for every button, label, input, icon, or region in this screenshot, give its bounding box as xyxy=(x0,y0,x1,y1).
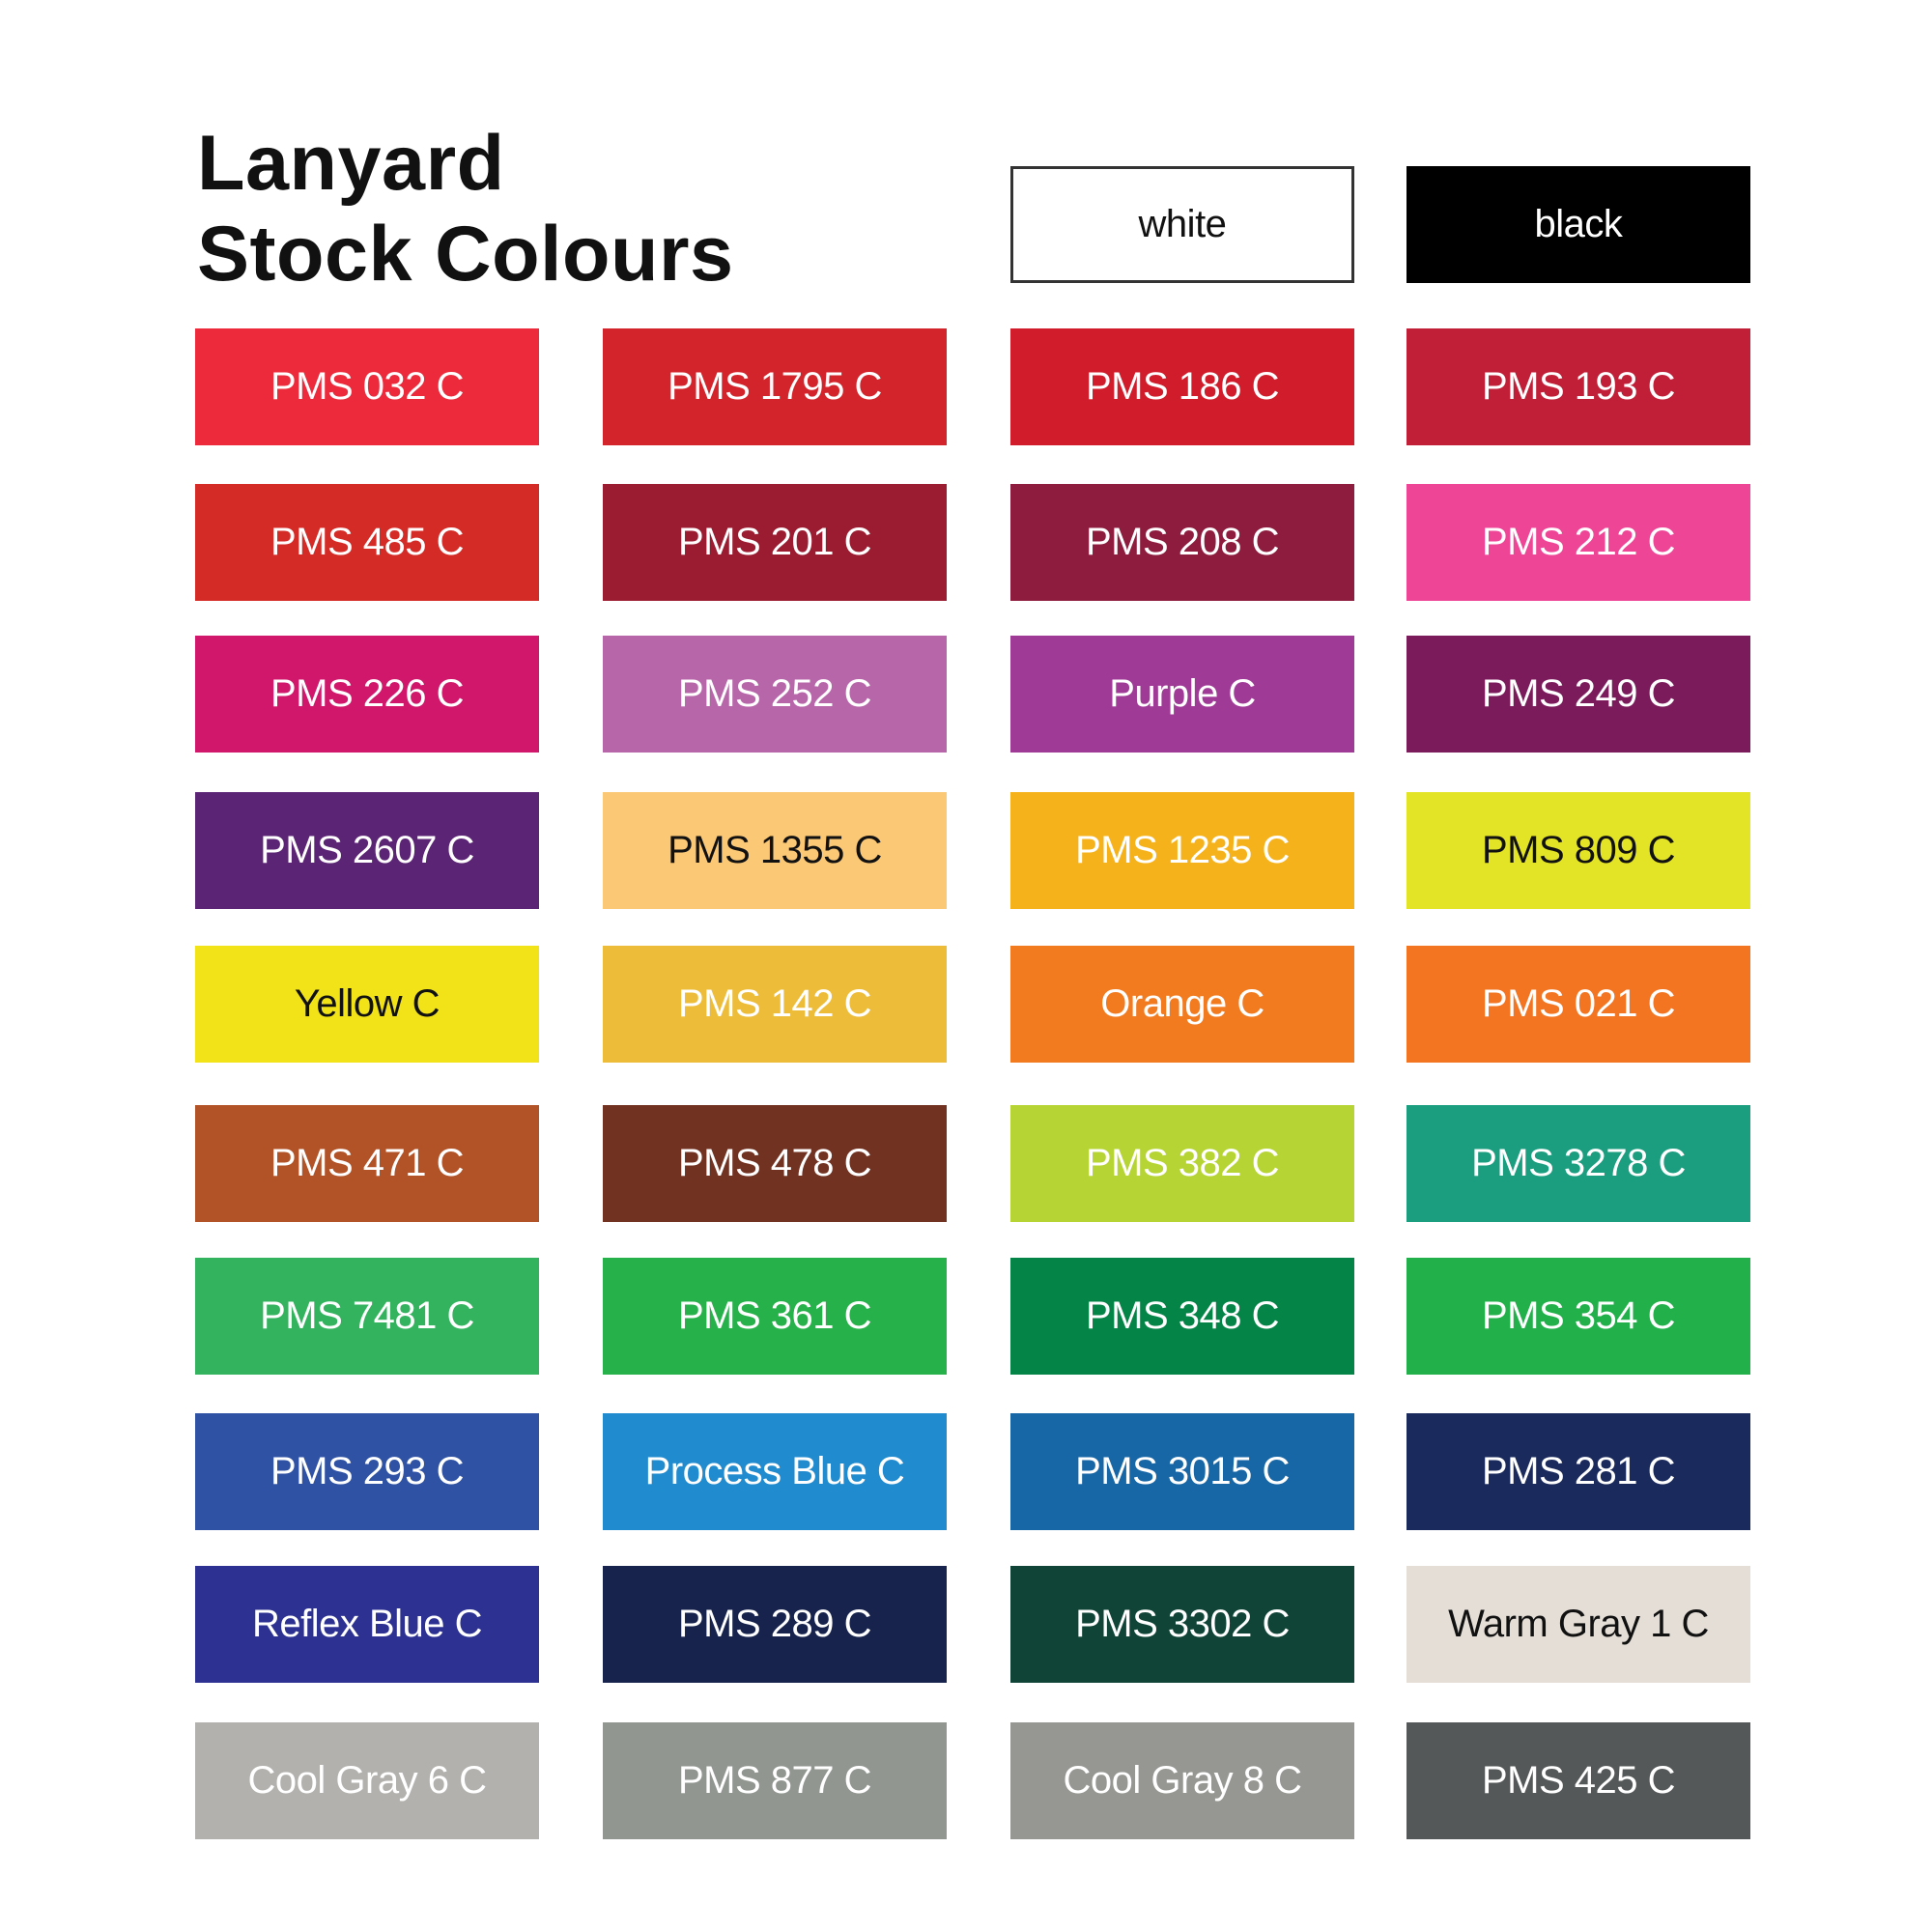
color-swatch-pms-021-c[interactable]: PMS 021 C xyxy=(1406,946,1750,1063)
color-swatch-pms-471-c[interactable]: PMS 471 C xyxy=(195,1105,539,1222)
color-swatch-pms-877-c[interactable]: PMS 877 C xyxy=(603,1722,947,1839)
color-swatch-pms-3302-c[interactable]: PMS 3302 C xyxy=(1010,1566,1354,1683)
color-swatch-pms-249-c[interactable]: PMS 249 C xyxy=(1406,636,1750,753)
color-swatch-pms-3278-c[interactable]: PMS 3278 C xyxy=(1406,1105,1750,1222)
color-swatch-cool-gray-6-c[interactable]: Cool Gray 6 C xyxy=(195,1722,539,1839)
color-swatch-process-blue-c[interactable]: Process Blue C xyxy=(603,1413,947,1530)
color-swatch-pms-478-c[interactable]: PMS 478 C xyxy=(603,1105,947,1222)
color-swatch-purple-c[interactable]: Purple C xyxy=(1010,636,1354,753)
color-swatch-pms-293-c[interactable]: PMS 293 C xyxy=(195,1413,539,1530)
color-swatch-pms-142-c[interactable]: PMS 142 C xyxy=(603,946,947,1063)
color-swatch-yellow-c[interactable]: Yellow C xyxy=(195,946,539,1063)
color-swatch-pms-348-c[interactable]: PMS 348 C xyxy=(1010,1258,1354,1375)
color-swatch-reflex-blue-c[interactable]: Reflex Blue C xyxy=(195,1566,539,1683)
color-swatch-pms-361-c[interactable]: PMS 361 C xyxy=(603,1258,947,1375)
color-swatch-pms-485-c[interactable]: PMS 485 C xyxy=(195,484,539,601)
color-swatch-pms-032-c[interactable]: PMS 032 C xyxy=(195,328,539,445)
color-swatch-pms-382-c[interactable]: PMS 382 C xyxy=(1010,1105,1354,1222)
color-swatch-pms-186-c[interactable]: PMS 186 C xyxy=(1010,328,1354,445)
color-swatch-pms-2607-c[interactable]: PMS 2607 C xyxy=(195,792,539,909)
color-swatch-pms-1235-c[interactable]: PMS 1235 C xyxy=(1010,792,1354,909)
color-swatch-pms-1795-c[interactable]: PMS 1795 C xyxy=(603,328,947,445)
color-swatch-pms-208-c[interactable]: PMS 208 C xyxy=(1010,484,1354,601)
color-swatch-white[interactable]: white xyxy=(1010,166,1354,283)
color-swatch-grid: white black PMS 032 C PMS 1795 C PMS 186 C PM… xyxy=(195,166,1752,1839)
color-swatch-pms-425-c[interactable]: PMS 425 C xyxy=(1406,1722,1750,1839)
color-swatch-pms-193-c[interactable]: PMS 193 C xyxy=(1406,328,1750,445)
color-swatch-orange-c[interactable]: Orange C xyxy=(1010,946,1354,1063)
color-swatch-black[interactable]: black xyxy=(1406,166,1750,283)
color-swatch-cool-gray-8-c[interactable]: Cool Gray 8 C xyxy=(1010,1722,1354,1839)
color-swatch-warm-gray-1-c[interactable]: Warm Gray 1 C xyxy=(1406,1566,1750,1683)
color-swatch-pms-201-c[interactable]: PMS 201 C xyxy=(603,484,947,601)
color-swatch-pms-212-c[interactable]: PMS 212 C xyxy=(1406,484,1750,601)
color-swatch-pms-3015-c[interactable]: PMS 3015 C xyxy=(1010,1413,1354,1530)
color-swatch-pms-809-c[interactable]: PMS 809 C xyxy=(1406,792,1750,909)
color-swatch-pms-354-c[interactable]: PMS 354 C xyxy=(1406,1258,1750,1375)
color-swatch-pms-289-c[interactable]: PMS 289 C xyxy=(603,1566,947,1683)
color-swatch-pms-1355-c[interactable]: PMS 1355 C xyxy=(603,792,947,909)
color-swatch-pms-226-c[interactable]: PMS 226 C xyxy=(195,636,539,753)
color-swatch-pms-7481-c[interactable]: PMS 7481 C xyxy=(195,1258,539,1375)
color-swatch-pms-281-c[interactable]: PMS 281 C xyxy=(1406,1413,1750,1530)
color-swatch-pms-252-c[interactable]: PMS 252 C xyxy=(603,636,947,753)
